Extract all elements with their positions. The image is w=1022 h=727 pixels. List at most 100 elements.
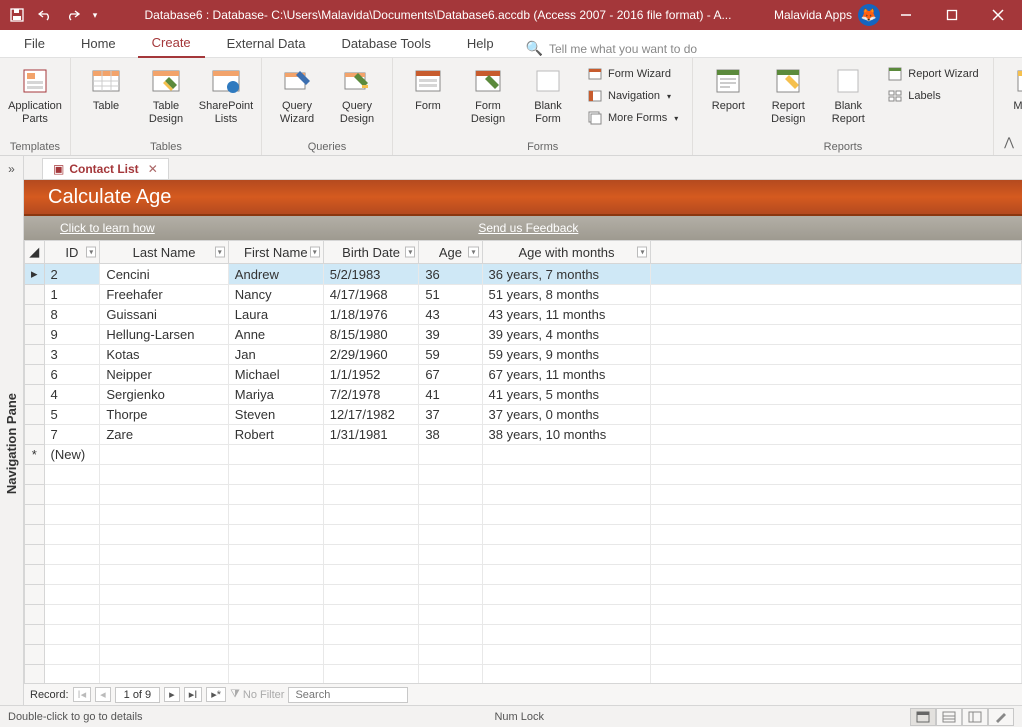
cell-first-name[interactable]: Mariya	[228, 385, 323, 405]
next-record-button[interactable]: ▸	[164, 687, 180, 702]
table-row[interactable]: 8 Guissani Laura 1/18/1976 43 43 years, …	[25, 305, 1022, 325]
cell-empty[interactable]	[651, 325, 1022, 345]
cell-first-name[interactable]: Steven	[228, 405, 323, 425]
cell-last-name[interactable]: Hellung-Larsen	[100, 325, 228, 345]
row-selector[interactable]	[25, 285, 45, 305]
maximize-button[interactable]	[932, 0, 972, 30]
cell-last-name[interactable]: Freehafer	[100, 285, 228, 305]
cell-last-name[interactable]: Cencini	[100, 264, 228, 285]
tab-external-data[interactable]: External Data	[213, 32, 320, 57]
report-button[interactable]: Report	[701, 62, 755, 139]
col-header-birth-date[interactable]: Birth Date▾	[323, 241, 419, 264]
new-row[interactable]: * (New)	[25, 445, 1022, 465]
cell-age[interactable]: 51	[419, 285, 482, 305]
cell-id[interactable]: 1	[44, 285, 100, 305]
tab-create[interactable]: Create	[138, 31, 205, 58]
tell-me-search[interactable]: 🔍 Tell me what you want to do	[526, 40, 698, 57]
table-design-button[interactable]: Table Design	[139, 62, 193, 139]
cell-age[interactable]: 59	[419, 345, 482, 365]
table-row[interactable]: 6 Neipper Michael 1/1/1952 67 67 years, …	[25, 365, 1022, 385]
cell-empty[interactable]	[651, 385, 1022, 405]
cell-id[interactable]: (New)	[44, 445, 100, 465]
cell-age-months[interactable]: 59 years, 9 months	[482, 345, 651, 365]
col-header-empty[interactable]	[651, 241, 1022, 264]
navigation-button[interactable]: Navigation▾	[581, 86, 684, 106]
datasheet[interactable]: ◢ ID▾ Last Name▾ First Name▾ Birth Date▾…	[24, 240, 1022, 683]
table-row[interactable]: 5 Thorpe Steven 12/17/1982 37 37 years, …	[25, 405, 1022, 425]
layout-view-button[interactable]	[962, 708, 988, 726]
cell-birth-date[interactable]: 12/17/1982	[323, 405, 419, 425]
blank-form-button[interactable]: Blank Form	[521, 62, 575, 139]
cell-id[interactable]: 2	[44, 264, 100, 285]
last-record-button[interactable]: ▸I	[184, 687, 203, 702]
table-row[interactable]: 9 Hellung-Larsen Anne 8/15/1980 39 39 ye…	[25, 325, 1022, 345]
cell-first-name[interactable]: Laura	[228, 305, 323, 325]
close-tab-icon[interactable]: ✕	[148, 162, 158, 176]
more-forms-button[interactable]: More Forms▾	[581, 108, 684, 128]
col-header-id[interactable]: ID▾	[44, 241, 100, 264]
filter-dropdown-icon[interactable]: ▾	[215, 247, 225, 258]
cell-empty[interactable]	[651, 345, 1022, 365]
cell-birth-date[interactable]: 7/2/1978	[323, 385, 419, 405]
cell-age[interactable]: 67	[419, 365, 482, 385]
table-row[interactable]: ▸ 2 Cencini Andrew 5/2/1983 36 36 years,…	[25, 264, 1022, 285]
close-button[interactable]	[978, 0, 1018, 30]
col-header-age-months[interactable]: Age with months▾	[482, 241, 651, 264]
sharepoint-lists-button[interactable]: SharePoint Lists	[199, 62, 253, 139]
col-header-age[interactable]: Age▾	[419, 241, 482, 264]
cell-empty[interactable]	[651, 264, 1022, 285]
tab-help[interactable]: Help	[453, 32, 508, 57]
cell-last-name[interactable]	[100, 445, 228, 465]
filter-dropdown-icon[interactable]: ▾	[637, 247, 647, 258]
select-all-cell[interactable]: ◢	[25, 241, 45, 264]
labels-button[interactable]: Labels	[881, 86, 984, 106]
record-position[interactable]: 1 of 9	[115, 687, 161, 703]
col-header-first-name[interactable]: First Name▾	[228, 241, 323, 264]
cell-last-name[interactable]: Thorpe	[100, 405, 228, 425]
row-selector[interactable]	[25, 325, 45, 345]
cell-first-name[interactable]: Jan	[228, 345, 323, 365]
cell-age[interactable]: 41	[419, 385, 482, 405]
blank-report-button[interactable]: Blank Report	[821, 62, 875, 139]
filter-dropdown-icon[interactable]: ▾	[405, 247, 415, 258]
collapse-ribbon-icon[interactable]: ⋀	[1004, 135, 1014, 149]
query-wizard-button[interactable]: Query Wizard	[270, 62, 324, 139]
cell-birth-date[interactable]: 5/2/1983	[323, 264, 419, 285]
cell-last-name[interactable]: Guissani	[100, 305, 228, 325]
cell-age-months[interactable]: 39 years, 4 months	[482, 325, 651, 345]
row-selector[interactable]	[25, 425, 45, 445]
col-header-last-name[interactable]: Last Name▾	[100, 241, 228, 264]
filter-dropdown-icon[interactable]: ▾	[468, 247, 478, 258]
cell-birth-date[interactable]: 4/17/1968	[323, 285, 419, 305]
no-filter-indicator[interactable]: ⧩No Filter	[230, 688, 284, 701]
table-row[interactable]: 7 Zare Robert 1/31/1981 38 38 years, 10 …	[25, 425, 1022, 445]
cell-first-name[interactable]: Anne	[228, 325, 323, 345]
cell-age[interactable]: 37	[419, 405, 482, 425]
cell-age[interactable]: 38	[419, 425, 482, 445]
application-parts-button[interactable]: Application Parts	[8, 62, 62, 139]
cell-empty[interactable]	[651, 405, 1022, 425]
filter-dropdown-icon[interactable]: ▾	[86, 247, 96, 258]
row-selector[interactable]	[25, 405, 45, 425]
cell-empty[interactable]	[651, 305, 1022, 325]
tab-database-tools[interactable]: Database Tools	[327, 32, 444, 57]
filter-dropdown-icon[interactable]: ▾	[310, 247, 320, 258]
cell-id[interactable]: 4	[44, 385, 100, 405]
feedback-link[interactable]: Send us Feedback	[478, 221, 578, 235]
cell-id[interactable]: 3	[44, 345, 100, 365]
account-badge[interactable]: Malavida Apps 🦊	[774, 4, 880, 26]
macro-button[interactable]: ⚙Macro	[1002, 62, 1022, 139]
cell-birth-date[interactable]: 1/31/1981	[323, 425, 419, 445]
cell-last-name[interactable]: Zare	[100, 425, 228, 445]
cell-age[interactable]: 36	[419, 264, 482, 285]
cell-age-months[interactable]: 38 years, 10 months	[482, 425, 651, 445]
cell-last-name[interactable]: Kotas	[100, 345, 228, 365]
row-selector[interactable]: ▸	[25, 264, 45, 285]
cell-id[interactable]: 7	[44, 425, 100, 445]
tab-home[interactable]: Home	[67, 32, 130, 57]
tab-file[interactable]: File	[10, 32, 59, 57]
cell-empty[interactable]	[651, 285, 1022, 305]
cell-empty[interactable]	[651, 365, 1022, 385]
design-view-button[interactable]	[988, 708, 1014, 726]
cell-age-months[interactable]: 67 years, 11 months	[482, 365, 651, 385]
